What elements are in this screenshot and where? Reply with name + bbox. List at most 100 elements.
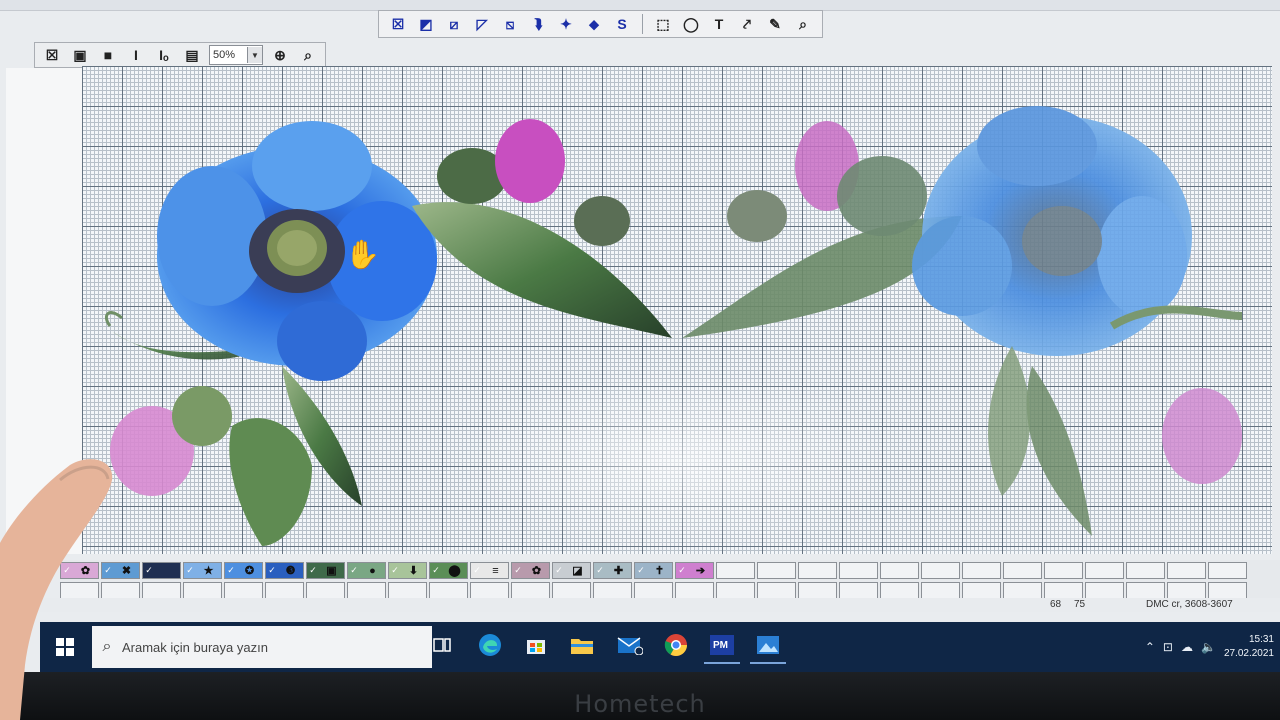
bead-icon[interactable]: ⬥ [583, 13, 605, 35]
quarter-stitch-icon[interactable]: ◸ [471, 13, 493, 35]
empty-swatch[interactable] [1003, 582, 1042, 599]
palette-swatch[interactable]: ✓ ⬤ [429, 562, 468, 579]
empty-swatch[interactable] [962, 582, 1001, 599]
swatch-symbol: ✿ [531, 565, 542, 577]
empty-swatch[interactable] [716, 582, 755, 599]
empty-swatch[interactable] [757, 562, 796, 579]
fill-icon[interactable]: ⤤ [736, 13, 758, 35]
empty-swatch[interactable] [306, 582, 345, 599]
color-picker-icon[interactable]: ✎ [764, 13, 786, 35]
empty-swatch[interactable] [1085, 562, 1124, 579]
lasso-icon[interactable]: ◯ [680, 13, 702, 35]
view-blocks-icon[interactable]: ■ [97, 44, 119, 66]
palette-swatch[interactable]: ✓ ◪ [552, 562, 591, 579]
empty-swatch[interactable] [1044, 562, 1083, 579]
zoom-tool-icon[interactable]: ⌕ [297, 44, 319, 66]
empty-swatch[interactable] [388, 582, 427, 599]
italic-indent-icon[interactable]: Iₒ [153, 44, 175, 66]
zoom-icon[interactable]: ⌕ [792, 13, 814, 35]
chevron-up-icon[interactable]: ⌃ [1145, 640, 1155, 654]
palette-swatch[interactable]: ✓ ● [347, 562, 386, 579]
empty-swatch[interactable] [1126, 562, 1165, 579]
empty-swatch[interactable] [839, 562, 878, 579]
task-view-icon[interactable] [424, 628, 460, 662]
palette-swatch[interactable]: ✓ ▣ [306, 562, 345, 579]
empty-swatch[interactable] [921, 582, 960, 599]
backstitch-icon[interactable]: ⮯ [527, 13, 549, 35]
empty-swatch[interactable] [347, 582, 386, 599]
palette-swatch[interactable]: ✓ ⬇ [388, 562, 427, 579]
palette-swatch[interactable]: ✓ ★ [183, 562, 222, 579]
palette-swatch[interactable]: ✓ ✪ [224, 562, 263, 579]
palette-swatch[interactable]: ✓ ✿ [511, 562, 550, 579]
empty-swatch[interactable] [1167, 582, 1206, 599]
page-icon[interactable]: ▤ [181, 44, 203, 66]
taskbar-clock[interactable]: 15:31 27.02.2021 [1224, 633, 1274, 661]
empty-swatch[interactable] [552, 582, 591, 599]
store-icon[interactable] [518, 628, 554, 662]
empty-swatch[interactable] [1208, 562, 1247, 579]
half-stitch-tl-icon[interactable]: ◩ [415, 13, 437, 35]
photos-app-icon[interactable] [750, 628, 786, 664]
special-stitch-icon[interactable]: S [611, 13, 633, 35]
swatch-symbol: ✝ [654, 565, 665, 577]
pattern-canvas[interactable]: ✋ [82, 66, 1272, 554]
palette-swatch[interactable]: ✓ ➔ [675, 562, 714, 579]
swatch-symbol: ◪ [572, 565, 583, 577]
palette-swatch[interactable]: ✓ ✝ [634, 562, 673, 579]
empty-swatch[interactable] [1167, 562, 1206, 579]
zoom-select[interactable]: 50% ▼ [209, 45, 263, 65]
three-quarter-stitch-icon[interactable]: ⧅ [499, 13, 521, 35]
empty-swatch[interactable] [634, 582, 673, 599]
empty-swatch[interactable] [880, 582, 919, 599]
chrome-icon[interactable] [658, 628, 694, 662]
view-symbols-icon[interactable]: ▣ [69, 44, 91, 66]
file-explorer-icon[interactable] [564, 628, 600, 662]
cross-stitch-icon[interactable]: ☒ [387, 13, 409, 35]
empty-swatch[interactable] [142, 582, 181, 599]
palette-swatch[interactable]: ✓ ❸ [265, 562, 304, 579]
empty-swatch[interactable] [757, 582, 796, 599]
swatch-symbol: ▣ [326, 565, 337, 577]
chevron-down-icon[interactable]: ▼ [247, 47, 262, 63]
palette-swatch[interactable]: ✓ ≡ [470, 562, 509, 579]
empty-swatch[interactable] [1126, 582, 1165, 599]
palette-swatch[interactable]: ✓ ✚ [593, 562, 632, 579]
empty-swatch[interactable] [1085, 582, 1124, 599]
text-icon[interactable]: T [708, 13, 730, 35]
empty-swatch[interactable] [962, 562, 1001, 579]
empty-swatch[interactable] [798, 582, 837, 599]
empty-swatch[interactable] [511, 582, 550, 599]
mail-icon[interactable] [612, 628, 648, 662]
empty-swatch[interactable] [798, 562, 837, 579]
network-icon[interactable]: ⊡ [1163, 640, 1173, 654]
empty-swatch[interactable] [921, 562, 960, 579]
pattern-maker-app-icon[interactable]: PM [704, 628, 740, 664]
half-stitch-diag-icon[interactable]: ⧄ [443, 13, 465, 35]
empty-swatch[interactable] [1208, 582, 1247, 599]
select-rect-icon[interactable]: ⬚ [652, 13, 674, 35]
empty-swatch[interactable] [429, 582, 468, 599]
french-knot-icon[interactable]: ✦ [555, 13, 577, 35]
taskbar-search-box[interactable]: ⌕ Aramak için buraya yazın [92, 626, 432, 668]
empty-swatch[interactable] [593, 582, 632, 599]
fit-to-window-icon[interactable]: ⊕ [269, 44, 291, 66]
empty-swatch[interactable] [183, 582, 222, 599]
empty-swatch[interactable] [839, 582, 878, 599]
palette-swatch[interactable]: ✓ [142, 562, 181, 579]
view-stitches-icon[interactable]: ☒ [41, 44, 63, 66]
check-icon: ✓ [555, 565, 563, 575]
italic-icon[interactable]: I [125, 44, 147, 66]
empty-swatch[interactable] [716, 562, 755, 579]
empty-swatch[interactable] [675, 582, 714, 599]
empty-swatch[interactable] [224, 582, 263, 599]
empty-swatch[interactable] [1003, 562, 1042, 579]
empty-swatch[interactable] [1044, 582, 1083, 599]
empty-swatch[interactable] [470, 582, 509, 599]
volume-icon[interactable]: 🔈 [1201, 640, 1216, 654]
empty-swatch[interactable] [265, 582, 304, 599]
empty-swatch[interactable] [880, 562, 919, 579]
pink-bud-top [495, 119, 565, 203]
cloud-icon[interactable]: ☁ [1181, 640, 1193, 654]
edge-browser-icon[interactable] [472, 628, 508, 662]
